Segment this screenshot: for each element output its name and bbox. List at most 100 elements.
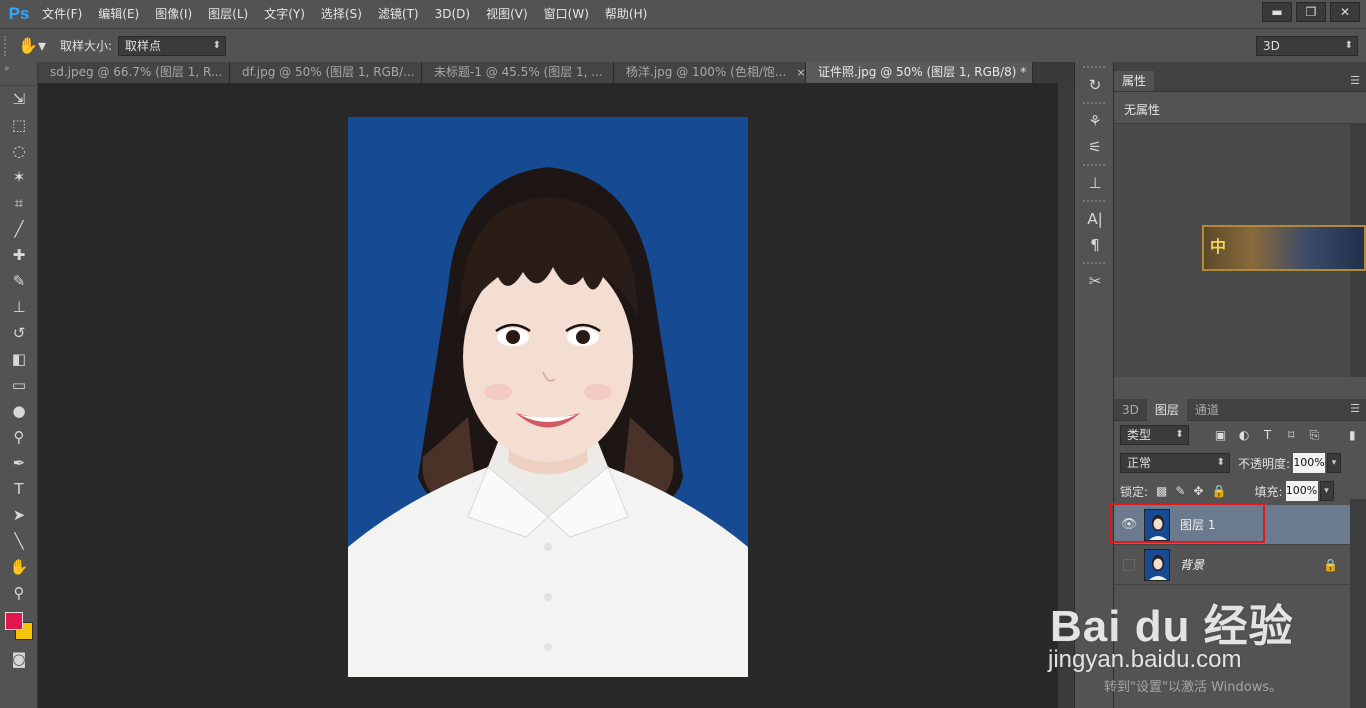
fill-dropdown-icon[interactable]: ▾ [1319,481,1334,501]
eyedropper-tool-icon[interactable]: ╱ [0,216,38,242]
menu-window[interactable]: 窗口(W) [536,0,597,28]
tab-label: df.jpg @ 50% (图层 1, RGB/... [242,65,415,79]
pen-tool-icon[interactable]: ✒ [0,450,38,476]
tab-id-photo-jpg[interactable]: 证件照.jpg @ 50% (图层 1, RGB/8) *× [806,62,1033,83]
opacity-label: 不透明度: [1238,456,1291,471]
hand-tool-icon[interactable]: ✋ [0,554,38,580]
lock-transparent-icon[interactable]: ▩ [1156,484,1167,498]
gradient-tool-icon[interactable]: ▭ [0,372,38,398]
menu-view[interactable]: 视图(V) [478,0,536,28]
menu-file[interactable]: 文件(F) [34,0,90,28]
menu-filter[interactable]: 滤镜(T) [370,0,427,28]
layer-row-background[interactable]: 背景 🔒 [1114,545,1350,585]
history-brush-tool-icon[interactable]: ↺ [0,320,38,346]
zoom-tool-icon[interactable]: ⚲ [0,580,38,606]
tab-sd-jpeg[interactable]: sd.jpeg @ 66.7% (图层 1, R...× [38,62,230,83]
layer-name[interactable]: 背景 [1180,556,1204,573]
menu-help[interactable]: 帮助(H) [597,0,655,28]
sample-size-select[interactable]: 取样点 [118,35,227,56]
tool-presets-icon[interactable]: ✂ [1075,268,1115,294]
path-selection-tool-icon[interactable]: ➤ [0,502,38,528]
tab-close-icon[interactable]: × [796,66,805,79]
minimize-button[interactable]: ▬ [1262,2,1292,22]
panel-menu-icon[interactable]: ☰ [1350,71,1360,91]
tab-label: 证件照.jpg @ 50% (图层 1, RGB/8) * [818,65,1027,79]
magic-wand-tool-icon[interactable]: ✶ [0,164,38,190]
portrait-illustration [348,117,748,677]
tab-yangyang-jpg[interactable]: 杨洋.jpg @ 100% (色相/饱... × [614,62,806,83]
lasso-tool-icon[interactable]: ◌ [0,138,38,164]
brush-presets-icon[interactable]: ⚘ [1075,108,1115,134]
type-filter-icon[interactable]: T [1258,428,1278,442]
options-grip[interactable] [4,35,12,56]
crop-tool-icon[interactable]: ⌗ [0,190,38,216]
pixel-filter-icon[interactable]: ▣ [1211,428,1231,442]
menu-select[interactable]: 选择(S) [313,0,370,28]
quick-mask-icon[interactable]: ◙ [0,646,38,672]
highlight-annotation [1110,503,1265,543]
blend-row: 正常 不透明度: 100% ▾ [1114,449,1366,477]
foreground-color-swatch[interactable] [5,612,23,630]
opacity-dropdown-icon[interactable]: ▾ [1327,453,1342,473]
brush-settings-icon[interactable]: ⚟ [1075,134,1115,160]
game-banner-image: 中 [1202,225,1366,271]
menu-3d[interactable]: 3D(D) [427,0,478,28]
fill-label: 填充: [1254,484,1283,499]
layers-tabs: 3D 图层 通道 ☰ [1114,399,1366,421]
color-swatches [0,606,38,646]
panel-menu-icon[interactable]: ☰ [1350,399,1360,420]
move-tool-icon[interactable]: ⇲ [0,86,38,112]
visibility-toggle[interactable] [1123,558,1135,571]
filter-toggle-icon[interactable]: ▮ [1342,428,1362,442]
history-panel-icon[interactable]: ↻ [1075,72,1115,98]
blend-mode-select[interactable]: 正常 [1120,453,1230,473]
lock-position-icon[interactable]: ✥ [1193,484,1203,498]
healing-brush-tool-icon[interactable]: ✚ [0,242,38,268]
character-panel-icon[interactable]: A| [1075,206,1115,232]
strip-divider [1083,262,1105,264]
tab-3d[interactable]: 3D [1114,399,1147,421]
lock-label: 锁定: [1120,484,1149,499]
close-button[interactable]: ✕ [1330,2,1360,22]
type-tool-icon[interactable]: T [0,476,38,502]
id-photo-image[interactable] [348,117,748,677]
opacity-input[interactable]: 100% [1293,453,1326,473]
menu-type[interactable]: 文字(Y) [256,0,313,28]
layer-lock-icon: 🔒 [1323,557,1338,572]
tab-untitled-1[interactable]: 未标题-1 @ 45.5% (图层 1, ...× [422,62,614,83]
smart-object-filter-icon[interactable]: ⎘ [1305,428,1325,443]
brush-tool-icon[interactable]: ✎ [0,268,38,294]
lock-all-icon[interactable]: 🔒 [1212,484,1227,498]
lock-pixels-icon[interactable]: ✎ [1175,484,1185,498]
strip-grip[interactable] [1083,66,1105,68]
workspace-select[interactable]: 3D [1256,36,1358,56]
tab-layers[interactable]: 图层 [1146,399,1187,421]
adjustment-filter-icon[interactable]: ◐ [1234,428,1254,442]
photoshop-logo[interactable]: Ps [4,0,34,28]
layers-scrollbar[interactable] [1350,499,1366,708]
paragraph-panel-icon[interactable]: ¶ [1075,232,1115,258]
blur-tool-icon[interactable]: ● [0,398,38,424]
tab-channels[interactable]: 通道 [1187,399,1227,421]
restore-button[interactable]: ❐ [1296,2,1326,22]
document-tabs: sd.jpeg @ 66.7% (图层 1, R...× df.jpg @ 50… [38,62,1074,83]
tab-df-jpg[interactable]: df.jpg @ 50% (图层 1, RGB/...× [230,62,422,83]
tab-properties[interactable]: 属性 [1114,71,1155,91]
menu-edit[interactable]: 编辑(E) [90,0,147,28]
line-tool-icon[interactable]: ╲ [0,528,38,554]
marquee-tool-icon[interactable]: ⬚ [0,112,38,138]
fill-input[interactable]: 100% [1285,481,1318,501]
shape-filter-icon[interactable]: ⌑ [1281,428,1301,442]
clone-source-icon[interactable]: ⊥ [1075,170,1115,196]
no-properties-text: 无属性 [1124,103,1161,117]
layer-filter-select[interactable]: 类型 [1120,425,1189,445]
windows-activation-text: 转到"设置"以激活 Windows。 [1104,680,1283,695]
dodge-tool-icon[interactable]: ⚲ [0,424,38,450]
eraser-tool-icon[interactable]: ◧ [0,346,38,372]
hand-icon[interactable]: ✋▾ [12,36,52,55]
tools-panel-grip[interactable]: » [0,62,37,86]
clone-stamp-tool-icon[interactable]: ⊥ [0,294,38,320]
menu-bar: Ps 文件(F) 编辑(E) 图像(I) 图层(L) 文字(Y) 选择(S) 滤… [0,0,1366,28]
menu-layer[interactable]: 图层(L) [200,0,256,28]
menu-image[interactable]: 图像(I) [147,0,200,28]
